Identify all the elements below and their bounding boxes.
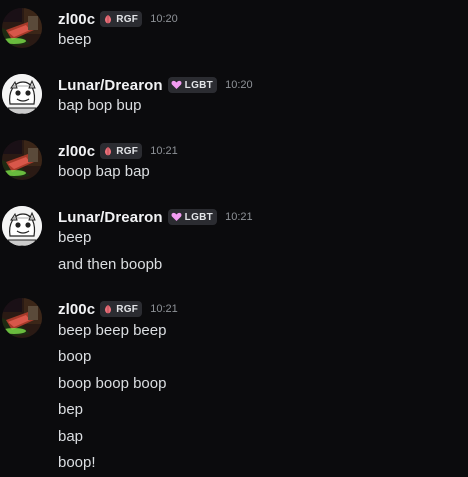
message-header: zl00c RGF 10:21 [58, 298, 178, 320]
avatar-image [2, 140, 42, 180]
message-text: beep beep beep [58, 322, 167, 339]
tag-label: RGF [116, 13, 139, 25]
username[interactable]: Lunar/Drearon [58, 209, 163, 226]
timestamp[interactable]: 10:20 [225, 79, 253, 91]
avatar-image [2, 74, 42, 114]
avatar-zl00c[interactable] [2, 8, 42, 48]
chat-messages: zl00c RGF 10:20 beep Lunar/Drearon LGBT … [0, 0, 468, 477]
message-text: bap bop bup [58, 97, 142, 114]
message-text: boop! [58, 454, 96, 471]
message-header: zl00c RGF 10:20 [58, 8, 178, 30]
message-text: boop boop boop [58, 375, 167, 392]
message-text: beep [58, 229, 92, 246]
username[interactable]: Lunar/Drearon [58, 77, 163, 94]
peach-icon [103, 14, 113, 24]
avatar-zl00c[interactable] [2, 140, 42, 180]
peach-icon [103, 146, 113, 156]
timestamp[interactable]: 10:21 [150, 145, 178, 157]
timestamp[interactable]: 10:20 [150, 13, 178, 25]
server-tag[interactable]: RGF [100, 143, 143, 159]
message-text: and then boopb [58, 256, 163, 273]
tag-label: RGF [116, 303, 139, 315]
tag-label: LGBT [184, 211, 214, 223]
tag-label: LGBT [184, 79, 214, 91]
avatar-image [2, 298, 42, 338]
message-text: bep [58, 401, 84, 418]
avatar-lunar-drearon[interactable] [2, 74, 42, 114]
server-tag[interactable]: RGF [100, 11, 143, 27]
tag-label: RGF [116, 145, 139, 157]
message-text: boop bap bap [58, 163, 150, 180]
timestamp[interactable]: 10:21 [150, 303, 178, 315]
timestamp[interactable]: 10:21 [225, 211, 253, 223]
message-text: beep [58, 31, 92, 48]
avatar-zl00c[interactable] [2, 298, 42, 338]
peach-icon [103, 304, 113, 314]
heart-icon [171, 80, 182, 90]
message-header: zl00c RGF 10:21 [58, 140, 178, 162]
username[interactable]: zl00c [58, 301, 95, 318]
server-tag[interactable]: LGBT [167, 209, 218, 225]
username[interactable]: zl00c [58, 11, 95, 28]
server-tag[interactable]: RGF [100, 301, 143, 317]
message-header: Lunar/Drearon LGBT 10:21 [58, 206, 253, 228]
server-tag[interactable]: LGBT [167, 77, 218, 93]
message-header: Lunar/Drearon LGBT 10:20 [58, 74, 253, 96]
message-text: bap [58, 428, 84, 445]
avatar-lunar-drearon[interactable] [2, 206, 42, 246]
heart-icon [171, 212, 182, 222]
username[interactable]: zl00c [58, 143, 95, 160]
avatar-image [2, 8, 42, 48]
message-text: boop [58, 348, 92, 365]
avatar-image [2, 206, 42, 246]
